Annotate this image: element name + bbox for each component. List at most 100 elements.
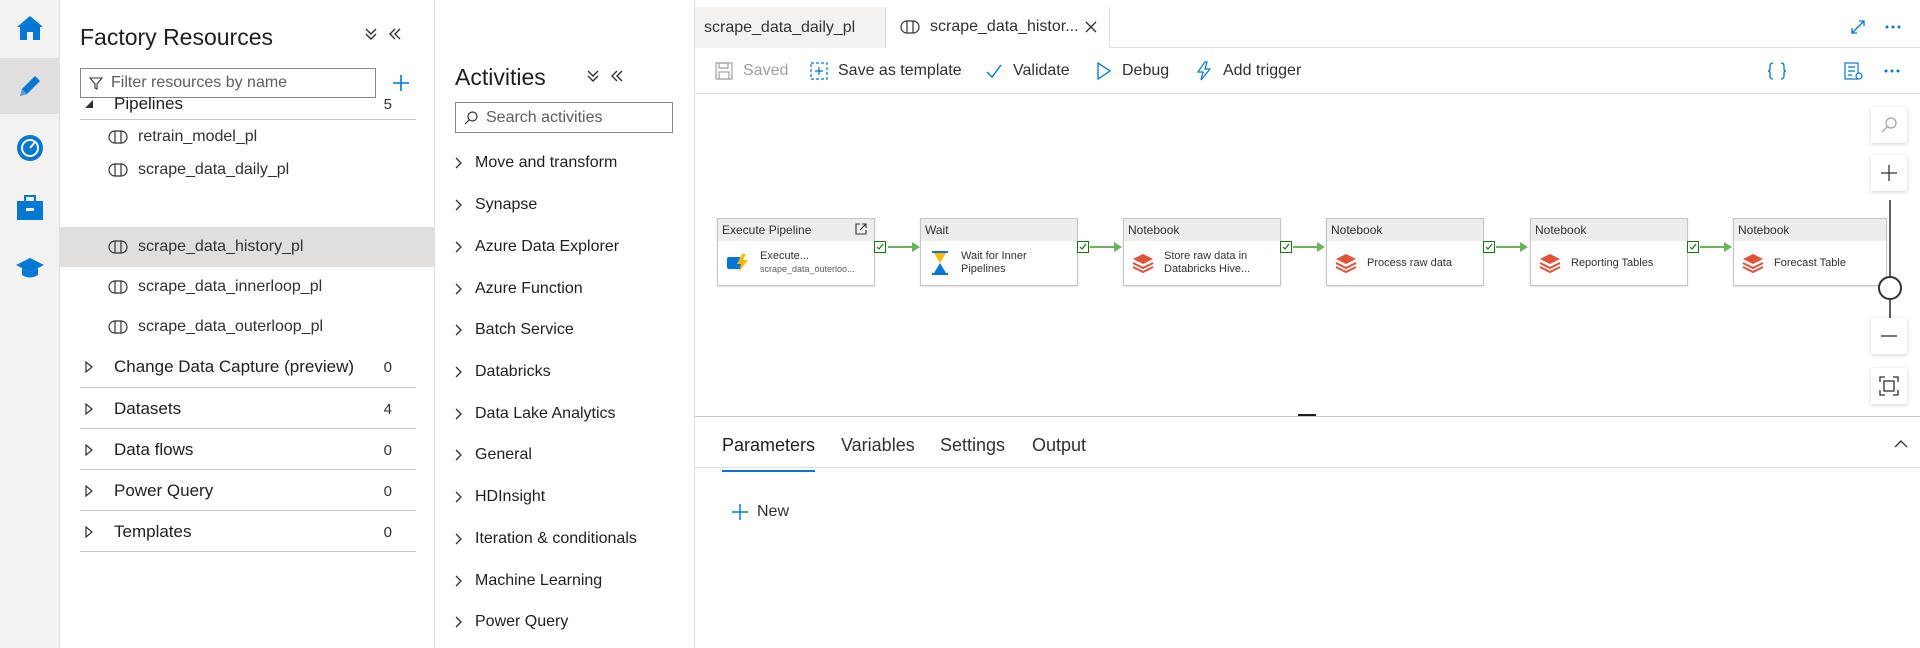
zoom-in-button[interactable] xyxy=(1871,155,1907,191)
collapse-pane-button[interactable] xyxy=(1894,439,1908,449)
more-tabs-button[interactable] xyxy=(1883,17,1903,37)
activity-node-reporting-tables[interactable]: Notebook Reporting Tables xyxy=(1530,218,1699,286)
check-icon xyxy=(1689,243,1697,250)
category-label: Azure Data Explorer xyxy=(475,238,620,255)
success-connector[interactable] xyxy=(1496,242,1528,252)
chevron-right-icon xyxy=(455,575,475,587)
chevron-up-icon xyxy=(1894,440,1908,448)
code-view-button[interactable] xyxy=(1767,56,1787,86)
zoom-slider-handle[interactable] xyxy=(1878,276,1902,300)
left-nav-rail xyxy=(0,0,60,648)
success-output-port[interactable] xyxy=(1687,241,1699,253)
search-icon xyxy=(464,110,478,124)
properties-button[interactable] xyxy=(1843,56,1863,86)
rail-manage-button[interactable] xyxy=(0,180,60,236)
pipeline-label: scrape_data_history_pl xyxy=(138,238,304,255)
success-output-port[interactable] xyxy=(1483,241,1495,253)
rail-learn-button[interactable] xyxy=(0,240,60,296)
section-datasets[interactable]: Datasets 4 xyxy=(78,389,434,429)
activity-type: Notebook xyxy=(1734,219,1886,241)
check-icon xyxy=(1079,243,1087,250)
pipeline-item-scrape-data-innerloop[interactable]: scrape_data_innerloop_pl xyxy=(60,267,434,307)
fit-to-screen-button[interactable] xyxy=(1871,368,1907,404)
activity-category[interactable]: Iteration & conditionals xyxy=(455,524,637,554)
activity-name: Forecast Table xyxy=(1774,256,1846,269)
activity-category[interactable]: Azure Function xyxy=(455,274,583,304)
activities-collapse-panel-button[interactable] xyxy=(607,66,627,86)
activity-name: Store raw data in Databricks Hive... xyxy=(1164,250,1251,275)
category-label: HDInsight xyxy=(475,488,546,505)
activity-category[interactable]: General xyxy=(455,440,532,470)
activity-node-execute-pipeline[interactable]: Execute Pipeline Execute... scrape_data_o… xyxy=(717,218,886,286)
minus-icon xyxy=(1881,335,1897,337)
section-templates[interactable]: Templates 0 xyxy=(78,512,434,552)
activity-type: Execute Pipeline xyxy=(718,219,874,241)
activity-node-forecast-table[interactable]: Notebook Forecast Table xyxy=(1733,218,1887,286)
pipeline-icon xyxy=(108,130,128,144)
tab-variables[interactable]: Variables xyxy=(841,435,915,465)
open-external-icon[interactable] xyxy=(854,222,868,236)
pipeline-item-scrape-data-history[interactable]: scrape_data_history_pl xyxy=(60,227,434,267)
tab-parameters[interactable]: Parameters xyxy=(722,435,816,472)
double-chevron-down-icon xyxy=(587,70,599,82)
activities-title: Activities xyxy=(455,64,546,90)
more-toolbar-button[interactable] xyxy=(1883,56,1901,86)
activity-category[interactable]: Move and transform xyxy=(455,148,617,178)
activity-category[interactable]: HDInsight xyxy=(455,482,545,512)
success-output-port[interactable] xyxy=(1280,241,1292,253)
activity-node-store-raw-data[interactable]: Notebook Store raw data in Databricks Hi… xyxy=(1123,218,1292,286)
success-connector[interactable] xyxy=(1700,242,1732,252)
success-output-port[interactable] xyxy=(1077,241,1089,253)
debug-button[interactable]: Debug xyxy=(1096,56,1169,86)
validate-label: Validate xyxy=(1013,62,1070,79)
rail-author-button[interactable] xyxy=(0,58,60,114)
collapse-panel-button[interactable] xyxy=(385,24,405,44)
pipeline-label: scrape_data_outerloop_pl xyxy=(138,318,324,335)
tab-output[interactable]: Output xyxy=(1032,435,1086,465)
saved-button[interactable]: Saved xyxy=(715,56,788,86)
more-icon xyxy=(1885,25,1901,29)
divider xyxy=(695,467,1920,468)
pipeline-item-scrape-data-daily[interactable]: scrape_data_daily_pl xyxy=(60,150,434,190)
success-connector[interactable] xyxy=(1293,242,1325,252)
caret-collapsed-icon xyxy=(78,403,100,415)
activity-category[interactable]: Synapse xyxy=(455,190,537,220)
tab-scrape-data-history[interactable]: scrape_data_histor... xyxy=(886,7,1110,48)
activity-category[interactable]: Batch Service xyxy=(455,315,574,345)
zoom-out-button[interactable] xyxy=(1871,318,1907,354)
activities-collapse-all-button[interactable] xyxy=(583,66,603,86)
section-data-flows[interactable]: Data flows 0 xyxy=(78,430,434,470)
new-parameter-button[interactable]: New xyxy=(731,503,789,521)
tab-label: scrape_data_histor... xyxy=(930,18,1079,35)
save-as-template-button[interactable]: Save as template xyxy=(810,56,962,86)
rail-home-button[interactable] xyxy=(0,0,60,56)
activity-category[interactable]: Databricks xyxy=(455,357,551,387)
success-connector[interactable] xyxy=(888,242,920,252)
canvas-search-button[interactable] xyxy=(1871,107,1907,143)
tab-settings[interactable]: Settings xyxy=(940,435,1005,465)
rail-monitor-button[interactable] xyxy=(0,120,60,176)
success-connector[interactable] xyxy=(1090,242,1122,252)
category-label: Synapse xyxy=(475,196,538,213)
activity-node-process-raw-data[interactable]: Notebook Process raw data xyxy=(1326,218,1495,286)
validate-button[interactable]: Validate xyxy=(985,56,1070,86)
section-change-data-capture[interactable]: Change Data Capture (preview) 0 xyxy=(78,347,434,387)
activity-category[interactable]: Machine Learning xyxy=(455,566,602,596)
zoom-slider-track[interactable] xyxy=(1889,200,1891,326)
activity-category[interactable]: Data Lake Analytics xyxy=(455,399,616,429)
activity-category[interactable]: Power Query xyxy=(455,607,568,637)
activity-node-wait[interactable]: Wait Wait for Inner Pipelines xyxy=(920,218,1089,286)
close-tab-button[interactable] xyxy=(1083,19,1099,35)
search-activities-input[interactable] xyxy=(486,108,666,127)
section-count: 0 xyxy=(383,482,392,500)
expand-button[interactable] xyxy=(1848,17,1868,37)
pipeline-item-scrape-data-outerloop[interactable]: scrape_data_outerloop_pl xyxy=(60,307,434,347)
execute-pipeline-icon xyxy=(727,254,748,272)
category-label: General xyxy=(475,446,532,463)
section-power-query[interactable]: Power Query 0 xyxy=(78,471,434,511)
save-disk-icon xyxy=(715,62,733,80)
add-trigger-button[interactable]: Add trigger xyxy=(1195,56,1301,86)
activity-category[interactable]: Azure Data Explorer xyxy=(455,232,619,262)
success-output-port[interactable] xyxy=(874,241,886,253)
collapse-all-button[interactable] xyxy=(361,24,381,44)
